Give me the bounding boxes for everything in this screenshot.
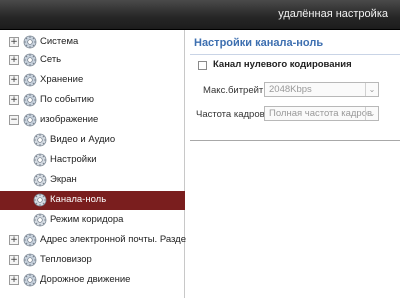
gear-icon — [23, 233, 37, 247]
sidebar-item-thermal[interactable]: + Тепловизор — [0, 251, 185, 270]
sidebar-item-image[interactable]: − изображение — [0, 111, 185, 130]
bitrate-label: Макс.битрейт: — [203, 85, 266, 96]
sidebar-item-label: изображение — [40, 114, 99, 125]
framerate-value: Полная частота кадров — [269, 108, 373, 119]
framerate-label: Частота кадров: — [196, 109, 268, 120]
bitrate-value: 2048Kbps — [269, 84, 312, 95]
sidebar-item-label: Адрес электронной почты. Раздел... — [40, 234, 200, 245]
sidebar-item-settings[interactable]: Настройки — [0, 151, 185, 170]
sidebar-item-label: По событию — [40, 94, 94, 105]
expand-icon[interactable]: + — [9, 55, 19, 65]
gear-icon — [23, 113, 37, 127]
sidebar-item-zero-channel[interactable]: Канала-ноль — [0, 191, 185, 210]
sidebar-item-label: Тепловизор — [40, 254, 92, 265]
gear-icon — [33, 193, 47, 207]
sidebar-item-label: Сеть — [40, 54, 62, 65]
sidebar-item-storage[interactable]: + Хранение — [0, 71, 185, 90]
title-bar: удалённая настройка — [0, 0, 400, 30]
sidebar-item-label: Настройки — [50, 154, 97, 165]
zero-channel-checkbox[interactable] — [198, 61, 207, 70]
sidebar-item-osd[interactable]: Экран — [0, 171, 185, 190]
sidebar-item-label: Видео и Аудио — [50, 134, 116, 145]
gear-icon — [33, 153, 47, 167]
bitrate-select[interactable]: 2048Kbps ⌄ — [264, 82, 379, 97]
gear-icon — [33, 173, 47, 187]
sidebar-item-corridor-mode[interactable]: Режим коридора — [0, 211, 185, 230]
expand-icon[interactable]: + — [9, 75, 19, 85]
zero-channel-checkbox-label: Канал нулевого кодирования — [213, 59, 352, 70]
gear-icon — [23, 53, 37, 67]
expand-icon[interactable]: + — [9, 95, 19, 105]
sidebar-item-label: Режим коридора — [50, 214, 124, 225]
expand-icon[interactable]: + — [9, 275, 19, 285]
gear-icon — [23, 35, 37, 49]
sidebar-item-event[interactable]: + По событию — [0, 91, 185, 110]
settings-tree: + Система + Сеть + Хранение + По событию − изобра… — [0, 30, 199, 298]
sidebar-item-label: Дорожное движение — [40, 274, 131, 285]
sidebar-item-network[interactable]: + Сеть — [0, 51, 185, 70]
gear-icon — [23, 93, 37, 107]
page-title: Настройки канала-ноль — [194, 37, 324, 49]
expand-icon[interactable]: + — [9, 235, 19, 245]
expand-icon[interactable]: + — [9, 255, 19, 265]
expand-icon[interactable]: + — [9, 37, 19, 47]
sidebar-item-label: Хранение — [40, 74, 84, 85]
main-panel: Настройки канала-ноль Канал нулевого код… — [186, 30, 400, 298]
sidebar-item-video-audio[interactable]: Видео и Аудио — [0, 131, 185, 150]
sidebar-item-email[interactable]: + Адрес электронной почты. Раздел... — [0, 231, 199, 250]
section-bottom-divider — [190, 140, 400, 141]
gear-icon — [23, 253, 37, 267]
sidebar-item-system[interactable]: + Система — [0, 33, 185, 52]
gear-icon — [23, 73, 37, 87]
gear-icon — [33, 213, 47, 227]
sidebar-item-traffic[interactable]: + Дорожное движение — [0, 271, 185, 290]
collapse-icon[interactable]: − — [9, 115, 19, 125]
framerate-select[interactable]: Полная частота кадров ⌄ — [264, 106, 379, 121]
chevron-down-icon: ⌄ — [365, 107, 378, 120]
sidebar-item-label: Канала-ноль — [50, 194, 107, 205]
sidebar-item-label: Экран — [50, 174, 77, 185]
title-divider — [190, 54, 400, 55]
gear-icon — [33, 133, 47, 147]
window-title: удалённая настройка — [278, 8, 388, 20]
gear-icon — [23, 273, 37, 287]
chevron-down-icon: ⌄ — [365, 83, 378, 96]
sidebar-item-label: Система — [40, 36, 79, 47]
